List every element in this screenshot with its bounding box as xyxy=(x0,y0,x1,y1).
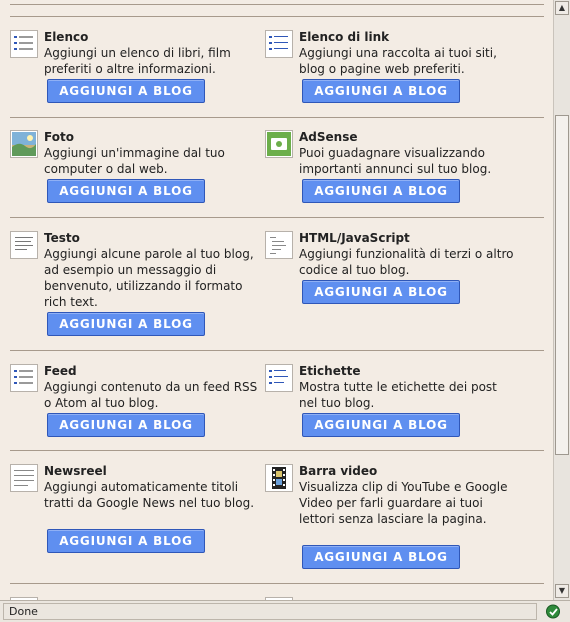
gadget-description: Mostra tutte le etichette dei post nel t… xyxy=(299,380,497,410)
add-to-blog-button[interactable]: AGGIUNGI A BLOG xyxy=(47,529,205,553)
labels-icon xyxy=(265,364,293,392)
network-status-icon xyxy=(545,604,562,619)
status-bar: Done xyxy=(0,600,570,622)
gadget-description: Aggiungi un elenco di libri, film prefer… xyxy=(44,46,231,76)
add-to-blog-button[interactable]: AGGIUNGI A BLOG xyxy=(47,312,205,336)
add-to-blog-button[interactable]: AGGIUNGI A BLOG xyxy=(302,79,460,103)
photo-icon xyxy=(10,130,38,158)
add-to-blog-button[interactable]: AGGIUNGI A BLOG xyxy=(302,280,460,304)
divider xyxy=(10,4,544,5)
list-icon xyxy=(10,30,38,58)
scroll-up-button[interactable]: ▲ xyxy=(555,1,569,15)
gadget-title: Foto xyxy=(44,130,74,144)
gadget-title: Etichette xyxy=(299,364,361,378)
gadget-description: Visualizza clip di YouTube e Google Vide… xyxy=(299,480,508,526)
add-to-blog-button[interactable]: AGGIUNGI A BLOG xyxy=(47,413,205,437)
adsense-icon xyxy=(265,130,293,158)
add-to-blog-button[interactable]: AGGIUNGI A BLOG xyxy=(47,179,205,203)
gadget-title: Barra video xyxy=(299,464,378,478)
scroll-down-button[interactable]: ▼ xyxy=(555,584,569,598)
divider xyxy=(10,450,544,451)
vertical-scrollbar[interactable]: ▲ ▼ xyxy=(553,0,570,600)
add-to-blog-button[interactable]: AGGIUNGI A BLOG xyxy=(302,179,460,203)
status-text: Done xyxy=(3,603,537,620)
add-to-blog-button[interactable]: AGGIUNGI A BLOG xyxy=(302,413,460,437)
divider xyxy=(10,217,544,218)
gadget-description: Aggiungi alcune parole al tuo blog, ad e… xyxy=(44,247,254,309)
gadget-title: Feed xyxy=(44,364,77,378)
gadget-description: Aggiungi funzionalità di terzi o altro c… xyxy=(299,247,514,277)
feed-icon xyxy=(10,364,38,392)
gadget-title: Newsreel xyxy=(44,464,107,478)
gadget-description: Aggiungi un'immagine dal tuo computer o … xyxy=(44,146,225,176)
gadget-title: AdSense xyxy=(299,130,358,144)
scrollbar-thumb[interactable] xyxy=(555,115,569,455)
gadget-description: Puoi guadagnare visualizzando importanti… xyxy=(299,146,492,176)
video-bar-icon xyxy=(265,464,293,492)
gadget-title: Testo xyxy=(44,231,80,245)
newsreel-icon xyxy=(10,464,38,492)
gadget-description: Aggiungi automaticamente titoli tratti d… xyxy=(44,480,255,510)
divider xyxy=(10,117,544,118)
text-icon xyxy=(10,231,38,259)
gadget-title: Elenco di link xyxy=(299,30,390,44)
link-list-icon xyxy=(265,30,293,58)
gadget-description: Aggiungi contenuto da un feed RSS o Atom… xyxy=(44,380,258,410)
add-to-blog-button[interactable]: AGGIUNGI A BLOG xyxy=(302,545,460,569)
add-to-blog-button[interactable]: AGGIUNGI A BLOG xyxy=(47,79,205,103)
gadget-title: Elenco xyxy=(44,30,89,44)
gadget-title: HTML/JavaScript xyxy=(299,231,410,245)
divider xyxy=(10,583,544,584)
gadget-list: Elenco Aggiungi un elenco di libri, film… xyxy=(0,0,553,600)
gadget-description: Aggiungi una raccolta ai tuoi siti, blog… xyxy=(299,46,497,76)
html-icon xyxy=(265,231,293,259)
divider xyxy=(10,350,544,351)
divider xyxy=(10,16,544,17)
